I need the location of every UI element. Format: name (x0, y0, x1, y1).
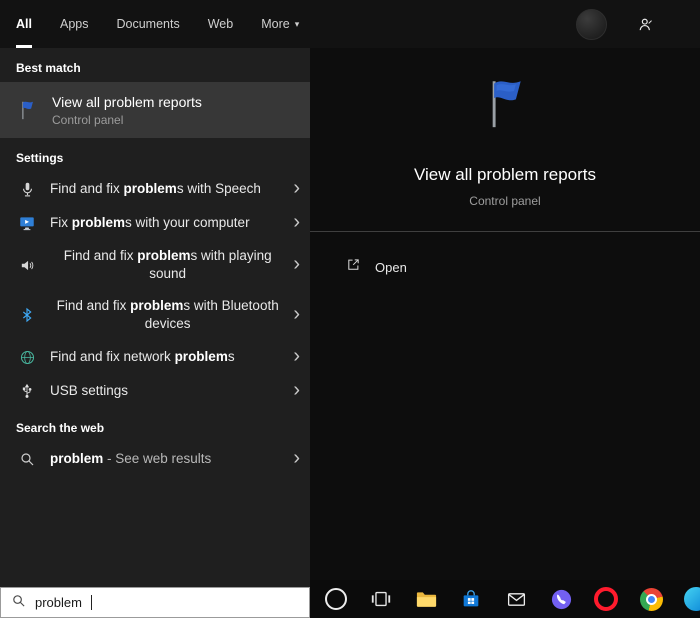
feedback-icon[interactable] (637, 16, 654, 33)
settings-item-network[interactable]: Find and fix network problems › (0, 340, 310, 374)
chevron-down-icon: ▾ (294, 18, 300, 29)
opera-icon[interactable] (593, 586, 619, 612)
settings-item-label: Find and fix problems with playing sound (63, 248, 272, 281)
best-match-item[interactable]: View all problem reports Control panel (0, 82, 310, 138)
microphone-icon (16, 181, 38, 198)
search-filter-tabs-bar: All Apps Documents Web More ▾ (0, 0, 700, 48)
settings-item-label: USB settings (50, 383, 129, 398)
settings-item-label: Fix problems with your computer (50, 215, 250, 230)
tab-all-label: All (16, 17, 32, 31)
tab-documents[interactable]: Documents (116, 0, 179, 48)
open-action[interactable]: Open (346, 257, 407, 277)
search-filter-tabs: All Apps Documents Web More ▾ (0, 0, 299, 48)
chevron-right-icon: › (293, 253, 300, 275)
settings-item-computer[interactable]: Fix problems with your computer › (0, 206, 310, 240)
preview-subtitle: Control panel (469, 194, 541, 208)
search-input[interactable]: problem (0, 587, 310, 618)
section-search-the-web: Search the web (16, 421, 105, 435)
settings-item-label: Find and fix problems with Speech (50, 181, 261, 196)
tab-apps[interactable]: Apps (60, 0, 89, 48)
avatar[interactable] (576, 8, 607, 40)
best-match-subtitle: Control panel (52, 112, 124, 127)
speaker-icon (16, 257, 38, 274)
flag-icon (476, 74, 534, 137)
viber-icon[interactable] (548, 586, 574, 612)
preview-title: View all problem reports (413, 165, 597, 184)
search-results-panel: Best match View all problem reports Cont… (0, 48, 310, 587)
chevron-right-icon: › (293, 303, 300, 325)
flag-icon (16, 96, 38, 124)
web-result-label: problem - See web results (50, 451, 212, 466)
search-icon (11, 593, 26, 613)
section-best-match: Best match (16, 61, 81, 75)
settings-item-label: Find and fix network problems (50, 349, 235, 364)
open-label: Open (375, 259, 407, 275)
computer-icon (16, 214, 38, 232)
tab-web-label: Web (207, 17, 234, 31)
file-explorer-icon[interactable] (413, 586, 439, 612)
tab-apps-label: Apps (59, 17, 89, 31)
tab-more[interactable]: More ▾ (261, 0, 299, 48)
settings-item-bluetooth[interactable]: Find and fix problems with Bluetooth dev… (0, 290, 310, 340)
settings-item-label: Find and fix problems with Bluetooth dev… (56, 298, 279, 331)
preview-panel: View all problem reports Control panel O… (310, 48, 700, 580)
edge-icon[interactable] (683, 586, 700, 612)
chevron-right-icon: › (293, 177, 300, 199)
task-view-icon[interactable] (368, 586, 394, 612)
chevron-right-icon: › (293, 379, 300, 401)
chevron-right-icon: › (293, 447, 300, 469)
usb-icon (16, 382, 38, 400)
web-result-item[interactable]: problem - See web results › (0, 442, 310, 476)
divider (310, 231, 700, 232)
best-match-text: View all problem reports Control panel (52, 94, 202, 127)
best-match-title: View all problem reports (52, 93, 202, 110)
section-settings: Settings (16, 151, 64, 165)
chevron-right-icon: › (293, 211, 300, 233)
cortana-icon[interactable] (323, 586, 349, 612)
search-icon (16, 451, 38, 467)
search-input-value: problem (35, 595, 82, 610)
settings-item-playing-sound[interactable]: Find and fix problems with playing sound… (0, 240, 310, 290)
text-caret (90, 595, 92, 610)
tab-web[interactable]: Web (208, 0, 233, 48)
bluetooth-icon (16, 306, 38, 324)
tab-more-label: More (261, 17, 290, 31)
tab-all[interactable]: All (16, 0, 32, 48)
store-icon[interactable] (458, 586, 484, 612)
settings-item-speech[interactable]: Find and fix problems with Speech › (0, 172, 310, 206)
windows-search-panel: All Apps Documents Web More ▾ Best match (0, 0, 700, 618)
topbar-right (576, 0, 700, 48)
tab-documents-label: Documents (116, 17, 180, 31)
taskbar (310, 580, 700, 618)
settings-item-usb[interactable]: USB settings › (0, 374, 310, 408)
mail-icon[interactable] (503, 586, 529, 612)
chrome-icon[interactable] (638, 586, 664, 612)
chevron-right-icon: › (293, 345, 300, 367)
network-icon (16, 349, 38, 366)
open-icon (346, 257, 361, 277)
